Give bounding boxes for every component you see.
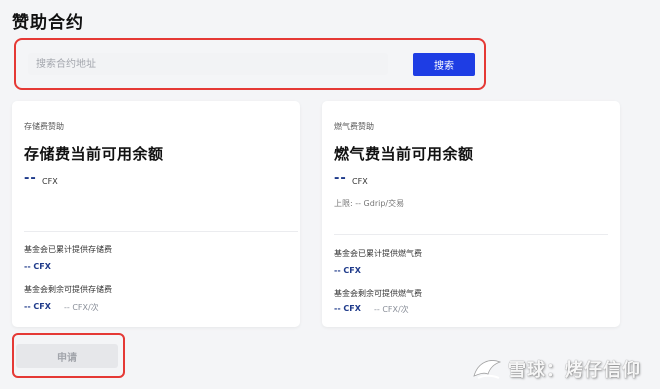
- storage-sponsor-card: 存储费赞助 存储费当前可用余额 -- CFX 基金会已累计提供存储费 -- CF…: [12, 101, 300, 327]
- balance-value: --: [334, 171, 347, 186]
- balance-value: --: [24, 171, 37, 186]
- provided-label: 基金会已累计提供存储费: [24, 245, 112, 254]
- remaining-label: 基金会剩余可提供存储费: [24, 285, 112, 294]
- provided-value: -- CFX: [24, 262, 51, 271]
- provided-value: -- CFX: [334, 266, 361, 275]
- watermark-text: 雪球：烤仔信仰: [508, 360, 641, 381]
- provided-label: 基金会已累计提供燃气费: [334, 249, 422, 258]
- card-title: 燃气费当前可用余额: [334, 145, 474, 163]
- divider: [24, 231, 298, 232]
- apply-button[interactable]: 申请: [16, 344, 118, 368]
- remaining-rate: -- CFX/次: [64, 303, 99, 312]
- remaining-value: -- CFX: [24, 302, 51, 311]
- remaining-label: 基金会剩余可提供燃气费: [334, 289, 422, 298]
- apply-highlight-box: 申请: [12, 333, 125, 378]
- search-button[interactable]: 搜索: [413, 53, 475, 76]
- balance-unit: CFX: [352, 177, 368, 186]
- divider: [334, 234, 608, 235]
- search-input[interactable]: [28, 53, 388, 75]
- balance-unit: CFX: [42, 177, 58, 186]
- card-title: 存储费当前可用余额: [24, 145, 164, 163]
- card-kicker: 存储费赞助: [24, 122, 64, 131]
- remaining-rate: -- CFX/次: [374, 305, 409, 314]
- gas-sponsor-card: 燃气费赞助 燃气费当前可用余额 -- CFX 上限: -- Gdrip/交易 基…: [322, 101, 620, 327]
- snowball-logo-icon: [473, 360, 502, 379]
- card-kicker: 燃气费赞助: [334, 122, 374, 131]
- gas-limit-text: 上限: -- Gdrip/交易: [334, 199, 405, 208]
- watermark: 雪球：烤仔信仰: [472, 355, 641, 383]
- remaining-value: -- CFX: [334, 304, 361, 313]
- page-title: 赞助合约: [12, 13, 84, 33]
- search-highlight-box: 搜索: [14, 38, 486, 90]
